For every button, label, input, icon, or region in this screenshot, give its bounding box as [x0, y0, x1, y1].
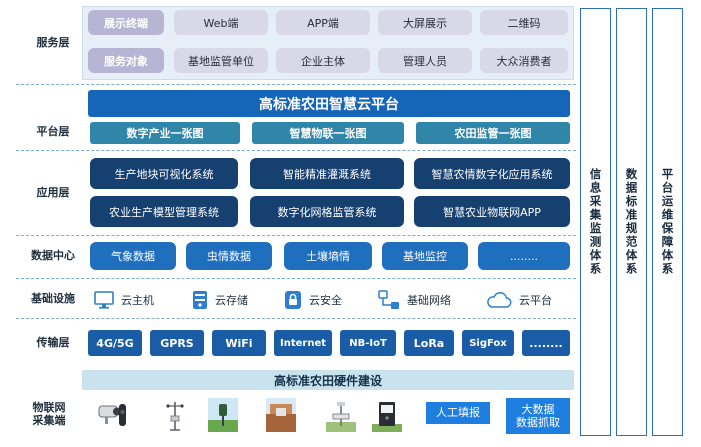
- application-layer-label: 应用层: [36, 186, 70, 199]
- iot-collection-label: 物联网 采集端: [14, 401, 84, 427]
- infra-basic-network[interactable]: 基础网络: [378, 288, 451, 312]
- infra-cloud-host-label: 云主机: [121, 294, 154, 307]
- data-pest[interactable]: 虫情数据: [186, 242, 272, 270]
- app-plot-visualization-system[interactable]: 生产地块可视化系统: [90, 158, 238, 189]
- system-data-standard-specification-label: 数据标准规范体系: [624, 168, 639, 276]
- hardware-construction-bar: 高标准农田硬件建设: [82, 370, 574, 390]
- net-nbiot[interactable]: NB-IoT: [340, 330, 396, 356]
- object-consumer[interactable]: 大众消费者: [480, 48, 568, 73]
- iot-collection-label-line1: 物联网: [32, 401, 66, 414]
- network-icon: [378, 290, 399, 309]
- platform-layer-label: 平台层: [36, 125, 70, 138]
- object-manager[interactable]: 管理人员: [378, 48, 472, 73]
- pole-sensor-icon: [326, 402, 356, 432]
- iot-collection-label-line2: 采集端: [32, 413, 66, 427]
- separator: [16, 150, 576, 151]
- app-precision-irrigation-system[interactable]: 智能精准灌溉系统: [250, 158, 404, 189]
- control-cabinet-icon: [372, 402, 402, 432]
- infra-cloud-host[interactable]: 云主机: [94, 288, 154, 312]
- app-iot-mobile-app[interactable]: 智慧农业物联网APP: [414, 196, 570, 227]
- map-smart-iot[interactable]: 智慧物联一张图: [252, 122, 404, 144]
- infra-cloud-storage-label: 云存储: [215, 294, 248, 307]
- qrcode-terminal[interactable]: 二维码: [480, 10, 568, 35]
- net-gprs[interactable]: GPRS: [150, 330, 204, 356]
- system-platform-operation-guarantee-label: 平台运维保障体系: [660, 168, 675, 276]
- app-grid-supervision-system[interactable]: 数字化网格监管系统: [250, 196, 404, 227]
- data-soil-moisture[interactable]: 土壤墒情: [284, 242, 372, 270]
- separator: [16, 84, 576, 85]
- net-sigfox[interactable]: SigFox: [462, 330, 514, 356]
- object-supervision-unit[interactable]: 基地监管单位: [174, 48, 268, 73]
- service-layer-label: 服务层: [36, 36, 70, 49]
- system-info-collection-monitoring: 信息采集监测体系: [580, 8, 611, 436]
- web-terminal[interactable]: Web端: [174, 10, 268, 35]
- separator: [16, 235, 576, 236]
- infra-cloud-storage[interactable]: 云存储: [192, 288, 248, 312]
- bigscreen-terminal[interactable]: 大屏展示: [378, 10, 472, 35]
- service-object-tag: 服务对象: [88, 48, 164, 73]
- cloud-icon: [487, 291, 512, 308]
- bigdata-scraping-line1: 大数据: [521, 402, 555, 416]
- monitor-icon: [94, 291, 114, 309]
- separator: [16, 278, 576, 279]
- app-crop-digital-system[interactable]: 智慧农情数字化应用系统: [414, 158, 570, 189]
- system-data-standard-specification: 数据标准规范体系: [616, 8, 647, 436]
- net-4g5g[interactable]: 4G/5G: [88, 330, 142, 356]
- soil-sensor-icon: [266, 398, 296, 432]
- net-more[interactable]: ........: [522, 330, 570, 356]
- manual-entry-button[interactable]: 人工填报: [426, 402, 490, 424]
- weather-station-icon: [166, 402, 184, 431]
- camera-icon: [98, 404, 126, 426]
- app-terminal[interactable]: APP端: [276, 10, 370, 35]
- infra-cloud-security-label: 云安全: [309, 294, 342, 307]
- system-platform-operation-guarantee: 平台运维保障体系: [652, 8, 683, 436]
- infrastructure-label: 基础设施: [31, 292, 75, 305]
- net-wifi[interactable]: WiFi: [212, 330, 266, 356]
- infra-basic-network-label: 基础网络: [407, 294, 451, 307]
- bigdata-scraping-button[interactable]: 大数据 数据抓取: [506, 398, 570, 434]
- data-weather[interactable]: 气象数据: [90, 242, 176, 270]
- shield-icon: [285, 291, 301, 309]
- net-internet[interactable]: Internet: [274, 330, 332, 356]
- data-more[interactable]: ........: [478, 242, 570, 270]
- map-digital-industry[interactable]: 数字产业一张图: [90, 122, 240, 144]
- insect-lamp-icon: [208, 398, 238, 432]
- map-farmland-supervision[interactable]: 农田监管一张图: [416, 122, 570, 144]
- data-center-label: 数据中心: [31, 249, 75, 262]
- platform-title-banner: 高标准农田智慧云平台: [88, 90, 570, 117]
- system-info-collection-monitoring-label: 信息采集监测体系: [588, 168, 603, 276]
- bigdata-scraping-line2: 数据抓取: [516, 416, 560, 429]
- infra-cloud-platform-label: 云平台: [519, 294, 552, 307]
- transport-layer-label: 传输层: [36, 336, 70, 349]
- object-enterprise[interactable]: 企业主体: [276, 48, 370, 73]
- infra-cloud-platform[interactable]: 云平台: [486, 288, 552, 312]
- infra-cloud-security[interactable]: 云安全: [284, 288, 342, 312]
- data-base-monitoring[interactable]: 基地监控: [382, 242, 468, 270]
- server-icon: [193, 291, 207, 309]
- app-production-model-system[interactable]: 农业生产模型管理系统: [90, 196, 238, 227]
- net-lora[interactable]: LoRa: [404, 330, 454, 356]
- separator: [16, 318, 576, 319]
- display-terminal-tag: 展示终端: [88, 10, 164, 35]
